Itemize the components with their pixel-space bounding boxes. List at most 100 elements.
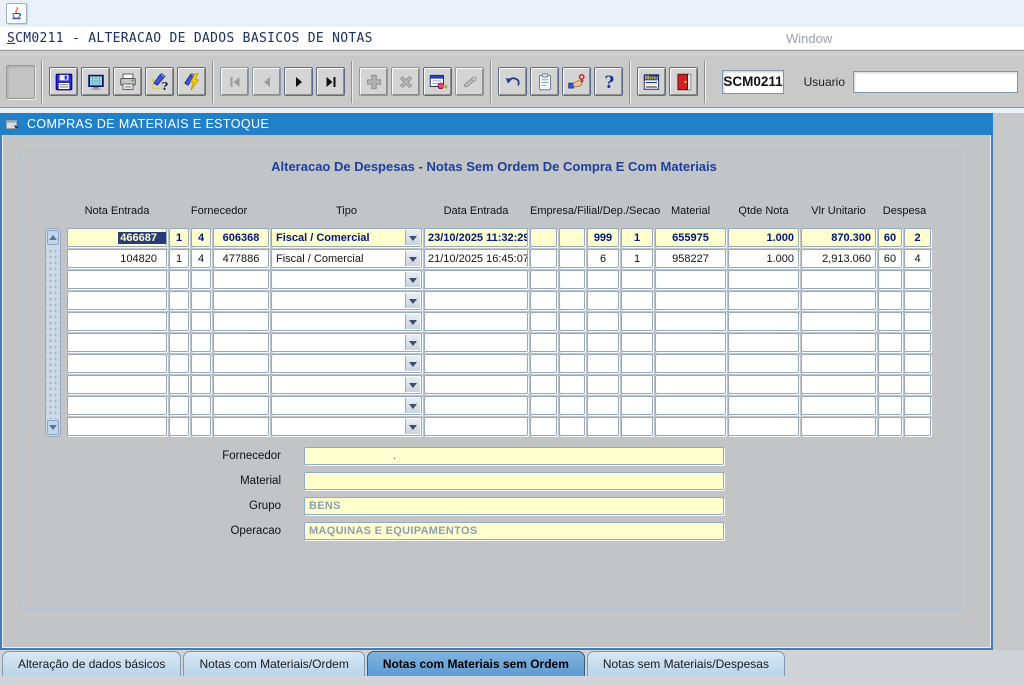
grid-cell-vlr-unitario[interactable]	[801, 354, 876, 373]
grid-cell-tipo[interactable]	[271, 333, 422, 352]
grid-cell-secao[interactable]: 1	[621, 249, 653, 268]
grid-cell-dep[interactable]	[587, 333, 619, 352]
grid-cell-dep[interactable]	[587, 417, 619, 436]
grid-cell-vlr-unitario[interactable]	[801, 417, 876, 436]
grid-cell-vlr-unitario[interactable]: 870.300	[801, 228, 876, 247]
grid-cell-fornecedor-cod2[interactable]	[191, 291, 211, 310]
grid-cell-filial[interactable]	[559, 228, 585, 247]
grid-cell-material[interactable]	[655, 354, 726, 373]
window-title-menu[interactable]: SCM0211 - ALTERACAO DE DADOS BASICOS DE …	[7, 31, 373, 46]
grid-cell-dep[interactable]	[587, 396, 619, 415]
grid-cell-qtde-nota[interactable]	[728, 333, 799, 352]
tab-notas-sem-materiais-despesas[interactable]: Notas sem Materiais/Despesas	[587, 651, 785, 676]
previous-record-button[interactable]	[252, 67, 281, 96]
grid-cell-despesa-cod[interactable]	[878, 417, 902, 436]
grid-cell-data-entrada[interactable]	[424, 333, 528, 352]
grid-cell-empresa[interactable]	[530, 270, 557, 289]
next-record-button[interactable]	[284, 67, 313, 96]
grid-cell-dep[interactable]	[587, 270, 619, 289]
grid-cell-dep[interactable]: 6	[587, 249, 619, 268]
dropdown-arrow-icon[interactable]	[405, 314, 420, 329]
material-field[interactable]	[304, 472, 724, 490]
grid-cell-qtde-nota[interactable]: 1.000	[728, 249, 799, 268]
grid-cell-empresa[interactable]	[530, 312, 557, 331]
grid-cell-fornecedor-cod2[interactable]	[191, 375, 211, 394]
grid-cell-filial[interactable]	[559, 249, 585, 268]
grid-cell-nota-entrada[interactable]	[67, 291, 167, 310]
scroll-up-icon[interactable]	[47, 230, 59, 245]
tab-notas-com-materiais-ordem[interactable]: Notas com Materiais/Ordem	[183, 651, 364, 676]
grid-cell-despesa-cod[interactable]: 60	[878, 228, 902, 247]
grid-cell-fornecedor-cod2[interactable]	[191, 354, 211, 373]
grid-cell-nota-entrada[interactable]	[67, 312, 167, 331]
grid-cell-fornecedor-cod1[interactable]	[169, 312, 189, 331]
grid-cell-filial[interactable]	[559, 354, 585, 373]
grid-cell-despesa-seq[interactable]	[904, 354, 931, 373]
grid-cell-qtde-nota[interactable]	[728, 417, 799, 436]
grid-cell-despesa-seq[interactable]: 4	[904, 249, 931, 268]
grid-cell-despesa-seq[interactable]	[904, 375, 931, 394]
clipboard-button[interactable]	[530, 67, 559, 96]
grid-cell-secao[interactable]	[621, 396, 653, 415]
grid-cell-qtde-nota[interactable]	[728, 396, 799, 415]
grid-cell-filial[interactable]	[559, 417, 585, 436]
grid-cell-despesa-cod[interactable]	[878, 312, 902, 331]
grid-cell-tipo[interactable]	[271, 396, 422, 415]
grid-cell-nota-entrada[interactable]	[67, 333, 167, 352]
grid-cell-qtde-nota[interactable]	[728, 312, 799, 331]
grid-cell-despesa-cod[interactable]	[878, 396, 902, 415]
grid-cell-fornecedor-cod1[interactable]	[169, 291, 189, 310]
grid-cell-qtde-nota[interactable]	[728, 375, 799, 394]
grid-cell-vlr-unitario[interactable]	[801, 333, 876, 352]
grid-cell-nota-entrada[interactable]: 466687	[67, 228, 167, 247]
grid-cell-fornecedor-cod1[interactable]	[169, 396, 189, 415]
last-record-button[interactable]	[316, 67, 345, 96]
grid-cell-material[interactable]	[655, 312, 726, 331]
grid-cell-data-entrada[interactable]	[424, 417, 528, 436]
grid-cell-material[interactable]	[655, 333, 726, 352]
enter-query-button[interactable]: ?	[145, 67, 174, 96]
grid-cell-fornecedor[interactable]: 477886	[213, 249, 269, 268]
grid-cell-fornecedor-cod2[interactable]	[191, 417, 211, 436]
tab-notas-com-materiais-sem-ordem[interactable]: Notas com Materiais sem Ordem	[367, 651, 585, 676]
grid-cell-tipo[interactable]: Fiscal / Comercial	[271, 249, 422, 268]
dropdown-arrow-icon[interactable]	[405, 398, 420, 413]
exit-button[interactable]	[669, 67, 698, 96]
grid-cell-fornecedor[interactable]	[213, 396, 269, 415]
grid-cell-filial[interactable]	[559, 270, 585, 289]
grid-cell-fornecedor-cod1[interactable]	[169, 333, 189, 352]
grid-cell-fornecedor[interactable]	[213, 312, 269, 331]
grid-cell-dep[interactable]	[587, 312, 619, 331]
grid-cell-fornecedor[interactable]	[213, 291, 269, 310]
grid-cell-qtde-nota[interactable]	[728, 270, 799, 289]
dropdown-arrow-icon[interactable]	[405, 251, 420, 266]
list-of-values-button[interactable]	[423, 67, 452, 96]
grid-cell-qtde-nota[interactable]	[728, 291, 799, 310]
grid-cell-secao[interactable]	[621, 417, 653, 436]
menu-item-window[interactable]: Window	[786, 31, 832, 46]
operacao-field[interactable]: MAQUINAS E EQUIPAMENTOS	[304, 522, 724, 540]
insert-record-button[interactable]	[359, 67, 388, 96]
grid-cell-vlr-unitario[interactable]	[801, 291, 876, 310]
grid-cell-empresa[interactable]	[530, 291, 557, 310]
grid-cell-despesa-cod[interactable]	[878, 270, 902, 289]
grid-cell-nota-entrada[interactable]: 104820	[67, 249, 167, 268]
screen-button[interactable]	[81, 67, 110, 96]
grid-cell-secao[interactable]	[621, 270, 653, 289]
grid-cell-fornecedor[interactable]	[213, 417, 269, 436]
grid-cell-dep[interactable]	[587, 375, 619, 394]
grid-cell-nota-entrada[interactable]	[67, 417, 167, 436]
grid-cell-nota-entrada[interactable]	[67, 270, 167, 289]
grid-cell-filial[interactable]	[559, 375, 585, 394]
grupo-field[interactable]: BENS	[304, 497, 724, 515]
grid-cell-vlr-unitario[interactable]	[801, 312, 876, 331]
grid-cell-fornecedor-cod2[interactable]: 4	[191, 228, 211, 247]
grid-cell-filial[interactable]	[559, 291, 585, 310]
grid-cell-secao[interactable]: 1	[621, 228, 653, 247]
grid-cell-nota-entrada[interactable]	[67, 396, 167, 415]
menu-button[interactable]: Menu	[637, 67, 666, 96]
grid-cell-data-entrada[interactable]	[424, 291, 528, 310]
grid-cell-empresa[interactable]	[530, 228, 557, 247]
grid-cell-data-entrada[interactable]: 21/10/2025 16:45:07	[424, 249, 528, 268]
grid-cell-vlr-unitario[interactable]: 2,913.060	[801, 249, 876, 268]
